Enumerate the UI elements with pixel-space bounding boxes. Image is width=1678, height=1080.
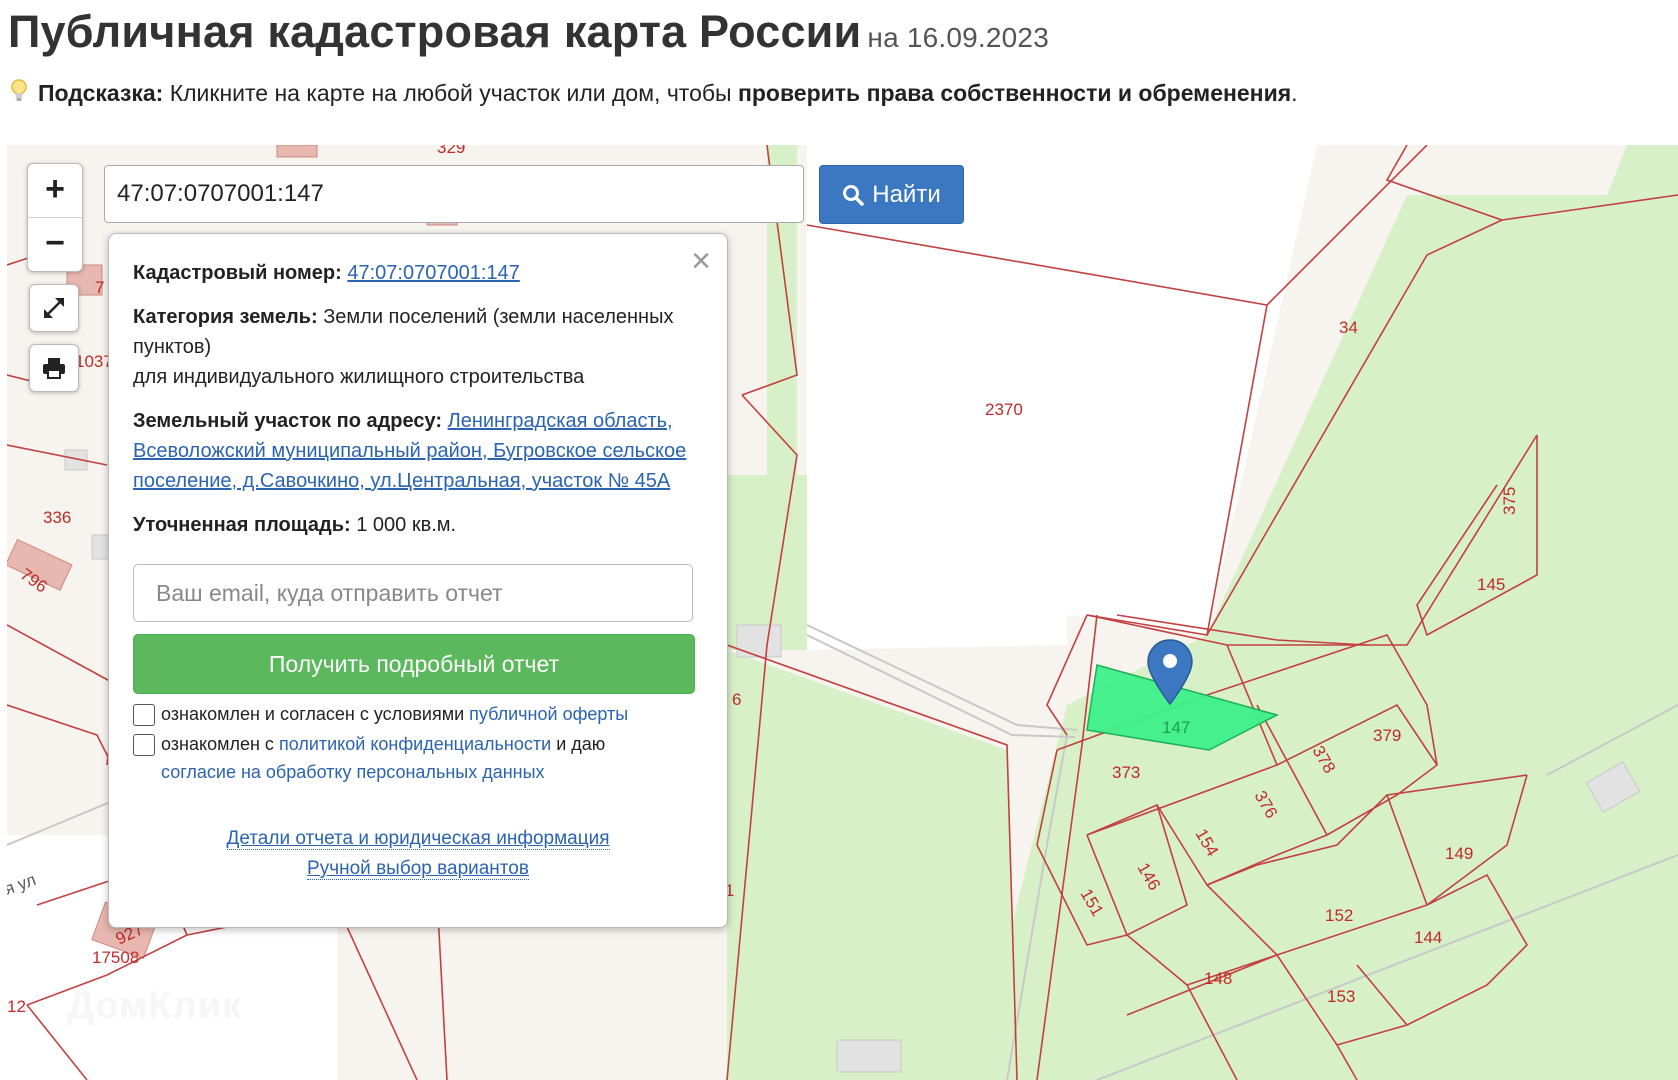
address-label: Земельный участок по адресу: — [133, 410, 443, 432]
fullscreen-button[interactable] — [29, 284, 79, 332]
parcel-label-336: 336 — [43, 508, 71, 527]
search-button-label: Найти — [872, 180, 941, 208]
parcel-info-popup: × Кадастровый номер: 47:07:0707001:147 К… — [108, 233, 728, 928]
privacy-text-2: и даю — [556, 734, 606, 754]
map-date: на 16.09.2023 — [867, 22, 1049, 53]
parcel-label-149: 149 — [1445, 844, 1473, 863]
cadastral-number-row: Кадастровый номер: 47:07:0707001:147 — [133, 258, 703, 288]
building-1 — [736, 624, 782, 658]
get-report-button[interactable]: Получить подробный отчет — [133, 634, 695, 694]
building-3 — [836, 1039, 902, 1073]
land-usage-value: для индивидуального жилищного строительс… — [133, 366, 585, 388]
search-icon — [843, 184, 864, 206]
privacy-policy-link[interactable]: политикой конфиденциальности — [279, 734, 551, 754]
land-category-row: Категория земель: Земли поселений (земли… — [133, 302, 703, 392]
public-offer-link[interactable]: публичной оферты — [469, 704, 628, 724]
manual-selection-link[interactable]: Ручной выбор вариантов — [133, 854, 703, 884]
parcel-label-145: 145 — [1477, 575, 1505, 594]
close-icon[interactable]: × — [691, 244, 711, 278]
report-details-link-text: Детали отчета и юридическая информация — [226, 828, 610, 850]
parcel-label-148: 148 — [1204, 969, 1232, 988]
green-zone-top-right — [1607, 145, 1678, 195]
hint-bold-text: проверить права собственности и обремене… — [737, 80, 1292, 106]
parcel-label-373: 373 — [1112, 763, 1140, 782]
expand-icon — [44, 298, 64, 318]
area-value: 1 000 кв.м. — [356, 514, 457, 536]
offer-checkbox[interactable] — [133, 704, 155, 726]
privacy-consent-row: ознакомлен с политикой конфиденциальност… — [133, 730, 703, 786]
green-zone-bottom-left — [727, 650, 1017, 1080]
cadastral-search-input[interactable] — [104, 165, 804, 223]
area-label: Уточненная площадь: — [133, 514, 351, 536]
cadastral-number-link[interactable]: 47:07:0707001:147 — [347, 262, 519, 284]
parcel-label-375: 375 — [1500, 487, 1519, 515]
page-title-text: Публичная кадастровая карта России — [8, 6, 862, 57]
parcel-label-7: 7 — [95, 278, 104, 297]
report-details-link[interactable]: Детали отчета и юридическая информация — [133, 824, 703, 854]
parcel-label-34: 34 — [1339, 318, 1358, 337]
address-row: Земельный участок по адресу: Ленинградск… — [133, 406, 703, 496]
parcel-label-2370: 2370 — [985, 400, 1023, 419]
page-title: Публичная кадастровая карта России на 16.… — [8, 6, 1049, 58]
cadastral-number-label: Кадастровый номер: — [133, 262, 342, 284]
parcel-label-329: 329 — [437, 145, 465, 157]
manual-selection-link-text: Ручной выбор вариантов — [307, 858, 529, 880]
email-field[interactable] — [133, 564, 693, 622]
zoom-out-button[interactable]: − — [28, 217, 82, 271]
search-button[interactable]: Найти — [819, 165, 964, 224]
parcel-label-144: 144 — [1414, 928, 1442, 947]
hint-label: Подсказка: — [38, 80, 164, 106]
offer-text: ознакомлен и согласен с условиями — [161, 704, 465, 724]
hint-bar: Подсказка: Кликните на карте на любой уч… — [8, 78, 1298, 107]
zoom-in-button[interactable]: + — [28, 164, 82, 217]
boundary-30 — [7, 624, 118, 766]
privacy-text-1: ознакомлен с — [161, 734, 274, 754]
offer-consent-row: ознакомлен и согласен с условиями публич… — [133, 700, 703, 728]
parcel-label-12: 12 — [7, 997, 26, 1016]
privacy-checkbox[interactable] — [133, 734, 155, 756]
building-res-3 — [276, 145, 318, 158]
parcel-label-379: 379 — [1373, 726, 1401, 745]
watermark: ДомКлик — [67, 985, 243, 1027]
parcel-label-6: 6 — [732, 690, 741, 709]
parcel-label-152: 152 — [1325, 906, 1353, 925]
land-category-label: Категория земель: — [133, 306, 318, 328]
area-row: Уточненная площадь: 1 000 кв.м. — [133, 510, 703, 540]
personal-data-consent-link[interactable]: согласие на обработку персональных данны… — [161, 762, 545, 782]
print-button[interactable] — [29, 344, 79, 392]
parcel-label-153: 153 — [1327, 987, 1355, 1006]
hint-text: Кликните на карте на любой участок или д… — [169, 80, 732, 106]
lightbulb-icon — [11, 79, 27, 101]
cadastral-map[interactable]: 34 2370 375 145 6 379 373 147 378 376 15… — [7, 145, 1678, 1080]
boundary-29 — [7, 444, 108, 466]
parcel-label-147: 147 — [1162, 718, 1190, 737]
green-zone-center — [727, 475, 807, 650]
printer-icon — [43, 358, 65, 379]
zoom-control: + − — [27, 163, 83, 272]
hint-end: . — [1291, 80, 1298, 106]
parcel-label-17508: 17508 — [92, 948, 139, 967]
